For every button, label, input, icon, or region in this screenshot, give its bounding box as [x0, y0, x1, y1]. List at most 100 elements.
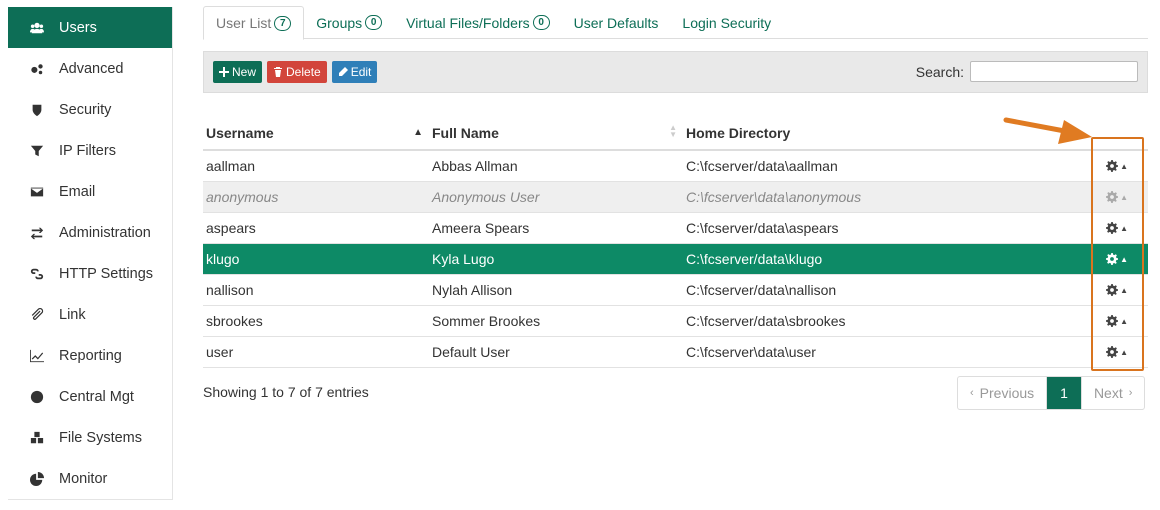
- row-actions-button[interactable]: ▲: [1106, 222, 1128, 234]
- users-icon: [28, 19, 46, 37]
- table-row[interactable]: sbrookes Sommer Brookes C:\fcserver/data…: [203, 306, 1148, 337]
- line-chart-icon: [28, 347, 46, 365]
- edit-button-label: Edit: [350, 65, 372, 79]
- edit-button[interactable]: Edit: [331, 61, 378, 83]
- pencil-icon: [338, 67, 348, 76]
- cell-home-directory: C:\fcserver/data\aspears: [686, 220, 839, 236]
- filter-icon: [28, 142, 46, 160]
- cell-full-name: Nylah Allison: [432, 282, 513, 298]
- next-button[interactable]: Next ›: [1080, 377, 1144, 409]
- sidebar-item-email[interactable]: Email: [8, 171, 172, 212]
- gear-icon: [1106, 222, 1119, 234]
- sidebar-item-label: Email: [59, 183, 96, 200]
- table-row[interactable]: klugo Kyla Lugo C:\fcserver/data\klugo ▲: [203, 244, 1148, 275]
- table-row[interactable]: aallman Abbas Allman C:\fcserver/data\aa…: [203, 151, 1148, 182]
- sidebar-item-label: File Systems: [59, 429, 142, 446]
- page-button-current[interactable]: 1: [1047, 377, 1081, 409]
- sidebar-item-label: Advanced: [59, 60, 124, 77]
- sidebar-item-reporting[interactable]: Reporting: [8, 335, 172, 376]
- globe-icon: [28, 388, 46, 406]
- pagination: ‹ Previous 1 Next ›: [957, 376, 1146, 410]
- count-badge: 0: [532, 15, 550, 30]
- sidebar-item-ip-filters[interactable]: IP Filters: [8, 130, 172, 171]
- sidebar-item-monitor[interactable]: Monitor: [8, 458, 172, 499]
- new-button-label: New: [232, 65, 257, 79]
- new-button[interactable]: New: [213, 61, 263, 83]
- tab-login-security[interactable]: Login Security: [670, 6, 783, 39]
- row-actions-button[interactable]: ▲: [1106, 346, 1128, 358]
- cell-username: aallman: [206, 158, 256, 174]
- sidebar-item-label: Reporting: [59, 347, 122, 364]
- sidebar-item-label: HTTP Settings: [59, 265, 154, 282]
- envelope-icon: [28, 183, 46, 201]
- count-badge: 0: [365, 15, 383, 30]
- row-actions-button[interactable]: ▲: [1106, 315, 1128, 327]
- table-row[interactable]: user Default User C:\fcserver\data\user …: [203, 337, 1148, 368]
- tab-user-list[interactable]: User List 7: [203, 6, 305, 40]
- cell-home-directory: C:\fcserver\data\user: [686, 344, 816, 360]
- sidebar-item-label: IP Filters: [59, 142, 116, 159]
- cell-full-name: Sommer Brookes: [432, 313, 541, 329]
- gear-icon: [1106, 253, 1119, 265]
- sidebar-item-http-settings[interactable]: HTTP Settings: [8, 253, 172, 294]
- tab-label: Groups: [316, 14, 363, 31]
- gear-icon: [1106, 284, 1119, 296]
- previous-label: Previous: [979, 385, 1035, 401]
- table-row[interactable]: aspears Ameera Spears C:\fcserver/data\a…: [203, 213, 1148, 244]
- sidebar-item-users[interactable]: Users: [8, 7, 172, 48]
- count-badge: 7: [274, 15, 292, 31]
- users-table: Username ▲ Full Name ▲ ▼ Home Directory a…: [203, 116, 1148, 368]
- cell-full-name: Default User: [432, 344, 510, 360]
- search-label: Search:: [915, 64, 964, 80]
- sidebar-item-label: Monitor: [59, 470, 108, 487]
- previous-button[interactable]: ‹ Previous: [958, 377, 1048, 409]
- row-actions-button[interactable]: ▲: [1106, 284, 1128, 296]
- table-row[interactable]: anonymous Anonymous User C:\fcserver\dat…: [203, 182, 1148, 213]
- sidebar-item-file-systems[interactable]: File Systems: [8, 417, 172, 458]
- sidebar-item-label: Users: [59, 19, 97, 36]
- column-header-username[interactable]: Username ▲: [203, 125, 428, 141]
- sidebar-item-administration[interactable]: Administration: [8, 212, 172, 253]
- table-row[interactable]: nallison Nylah Allison C:\fcserver/data\…: [203, 275, 1148, 306]
- caret-up-icon: ▲: [1120, 316, 1128, 326]
- sidebar-item-security[interactable]: Security: [8, 89, 172, 130]
- caret-up-icon: ▲: [1120, 254, 1128, 264]
- cell-full-name: Ameera Spears: [432, 220, 530, 236]
- row-actions-button[interactable]: ▲: [1106, 191, 1128, 203]
- sidebar-item-central-mgt[interactable]: Central Mgt: [8, 376, 172, 417]
- tab-virtual-files-folders[interactable]: Virtual Files/Folders 0: [394, 6, 561, 39]
- tab-label: User List: [216, 15, 272, 31]
- caret-up-icon: ▲: [1120, 223, 1128, 233]
- cell-username: nallison: [206, 282, 254, 298]
- cell-home-directory: C:\fcserver/data\klugo: [686, 251, 823, 267]
- row-actions-button[interactable]: ▲: [1106, 253, 1128, 265]
- cell-full-name: Anonymous User: [432, 189, 540, 205]
- plus-icon: [219, 67, 229, 77]
- paperclip-icon: [28, 306, 46, 324]
- tab-user-defaults[interactable]: User Defaults: [562, 6, 671, 39]
- cell-full-name: Abbas Allman: [432, 158, 518, 174]
- table-info: Showing 1 to 7 of 7 entries: [203, 384, 369, 400]
- sidebar: Users Advanced Security IP Filters Email…: [8, 7, 173, 500]
- cell-full-name: Kyla Lugo: [432, 251, 495, 267]
- link-icon: [28, 265, 46, 283]
- caret-up-icon: ▲: [1120, 161, 1128, 171]
- caret-up-icon: ▲: [1120, 347, 1128, 357]
- column-header-home-directory[interactable]: Home Directory: [683, 125, 1083, 141]
- row-actions-button[interactable]: ▲: [1106, 160, 1128, 172]
- tab-groups[interactable]: Groups 0: [304, 6, 394, 39]
- pie-chart-icon: [28, 470, 46, 488]
- chevron-right-icon: ›: [1128, 387, 1133, 399]
- cell-username: aspears: [206, 220, 256, 236]
- delete-button[interactable]: Delete: [267, 61, 327, 83]
- column-header-full-name[interactable]: Full Name ▲ ▼: [428, 123, 683, 141]
- search-input[interactable]: [970, 61, 1138, 82]
- delete-button-label: Delete: [286, 65, 321, 79]
- column-header-label: Username: [206, 124, 274, 141]
- sidebar-item-label: Security: [59, 101, 112, 118]
- next-label: Next: [1093, 385, 1123, 401]
- sidebar-item-link[interactable]: Link: [8, 294, 172, 335]
- cell-home-directory: C:\fcserver/data\nallison: [686, 282, 837, 298]
- cell-home-directory: C:\fcserver/data\sbrookes: [686, 313, 846, 329]
- sidebar-item-advanced[interactable]: Advanced: [8, 48, 172, 89]
